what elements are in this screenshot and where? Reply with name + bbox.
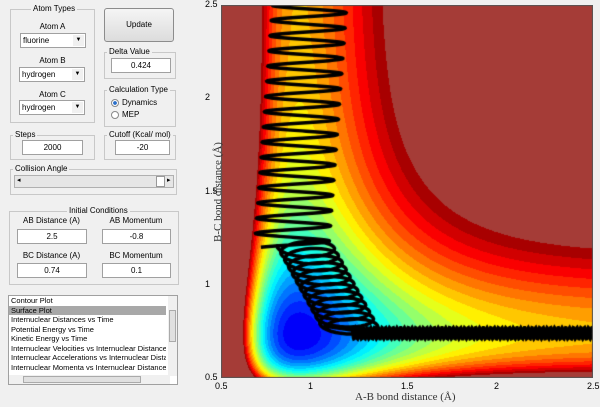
cutoff-input[interactable]: -20 xyxy=(115,140,170,155)
x-tick-label: 1.5 xyxy=(401,381,414,391)
plot-type-item[interactable]: Contour Plot xyxy=(9,296,166,306)
calc-type-title: Calculation Type xyxy=(107,85,170,94)
x-axis-label: A-B bond distance (Å) xyxy=(355,391,456,403)
atom-c-value: hydrogen xyxy=(22,103,56,112)
radio-dynamics[interactable]: Dynamics xyxy=(111,98,157,107)
x-tick-label: 0.5 xyxy=(215,381,228,391)
slider-right-arrow[interactable]: ▸ xyxy=(167,176,171,184)
ab-momentum-input[interactable]: -0.8 xyxy=(102,229,171,244)
atom-a-value: fluorine xyxy=(23,36,50,45)
scrollbar-thumb[interactable] xyxy=(23,376,141,383)
radio-mep-label: MEP xyxy=(122,110,140,119)
radio-dynamics-label: Dynamics xyxy=(122,98,158,107)
plot-type-item[interactable]: Kinetic Energy vs Time xyxy=(9,334,166,344)
initial-conditions-title: Initial Conditions xyxy=(67,206,130,215)
plot-type-item[interactable]: Internuclear Momenta vs Internuclear Dis… xyxy=(9,363,166,373)
scrollbar-thumb[interactable] xyxy=(169,310,176,342)
bc-distance-input[interactable]: 0.74 xyxy=(17,263,87,278)
list-horizontal-scrollbar[interactable] xyxy=(9,375,170,384)
atom-a-label: Atom A xyxy=(39,22,66,31)
bc-momentum-input[interactable]: 0.1 xyxy=(102,263,171,278)
ab-momentum-label: AB Momentum xyxy=(109,216,163,225)
atom-c-dropdown[interactable]: hydrogen ▼ xyxy=(19,100,85,115)
plot-type-item[interactable]: Internuclear Distances vs Time xyxy=(9,315,166,325)
atom-b-dropdown[interactable]: hydrogen ▼ xyxy=(19,67,85,82)
atom-c-label: Atom C xyxy=(39,90,66,99)
chevron-down-icon: ▼ xyxy=(73,35,84,46)
atom-b-label: Atom B xyxy=(39,56,66,65)
collision-angle-slider[interactable]: ◂ ▸ xyxy=(14,175,174,188)
cutoff-label: Cutoff (Kcal/ mol) xyxy=(107,130,173,139)
ab-distance-label: AB Distance (A) xyxy=(23,216,80,225)
delta-label: Delta Value xyxy=(107,47,152,56)
contour-plot[interactable] xyxy=(221,5,593,378)
ab-distance-input[interactable]: 2.5 xyxy=(17,229,87,244)
y-tick-label: 2.5 xyxy=(205,0,218,9)
steps-input[interactable]: 2000 xyxy=(22,140,83,155)
plot-type-item[interactable]: Internuclear Velocities vs Internuclear … xyxy=(9,344,166,354)
atom-b-value: hydrogen xyxy=(22,70,56,79)
x-tick-label: 2 xyxy=(494,381,500,391)
bc-distance-label: BC Distance (A) xyxy=(22,251,81,260)
plot-type-items: Contour Plot Surface Plot Internuclear Dis… xyxy=(9,296,177,372)
plot-type-item[interactable]: Surface Plot xyxy=(9,305,166,315)
y-tick-label: 2 xyxy=(205,92,211,103)
chevron-down-icon: ▼ xyxy=(72,69,83,80)
x-tick-label: 1 xyxy=(308,381,314,391)
calc-type-group: Calculation Type xyxy=(104,85,176,127)
chevron-down-icon: ▼ xyxy=(72,102,83,113)
y-tick-label: 1 xyxy=(205,278,211,289)
radio-mep[interactable]: MEP xyxy=(111,110,139,119)
slider-thumb[interactable] xyxy=(156,176,165,187)
list-vertical-scrollbar[interactable] xyxy=(168,296,177,376)
y-tick-label: 0.5 xyxy=(205,372,218,382)
collision-angle-label: Collision Angle xyxy=(13,164,70,173)
radio-selected-icon xyxy=(111,98,119,107)
radio-unselected-icon xyxy=(111,110,119,119)
delta-input[interactable]: 0.424 xyxy=(111,58,171,73)
plot-type-item[interactable]: Potential Energy vs Time xyxy=(9,325,166,335)
bc-momentum-label: BC Momentum xyxy=(109,251,163,260)
slider-left-arrow[interactable]: ◂ xyxy=(17,176,21,184)
atom-a-dropdown[interactable]: fluorine ▼ xyxy=(20,33,86,48)
atom-types-title: Atom Types xyxy=(31,4,78,13)
plot-type-item[interactable]: Internuclear Accelerations vs Internucle… xyxy=(9,353,166,363)
y-axis-label: B-C bond distance (Å) xyxy=(212,142,224,242)
x-tick-label: 2.5 xyxy=(587,381,600,391)
plot-type-list[interactable]: Contour Plot Surface Plot Internuclear Dis… xyxy=(8,295,178,385)
update-button[interactable]: Update xyxy=(104,8,174,42)
steps-label: Steps xyxy=(13,130,38,139)
